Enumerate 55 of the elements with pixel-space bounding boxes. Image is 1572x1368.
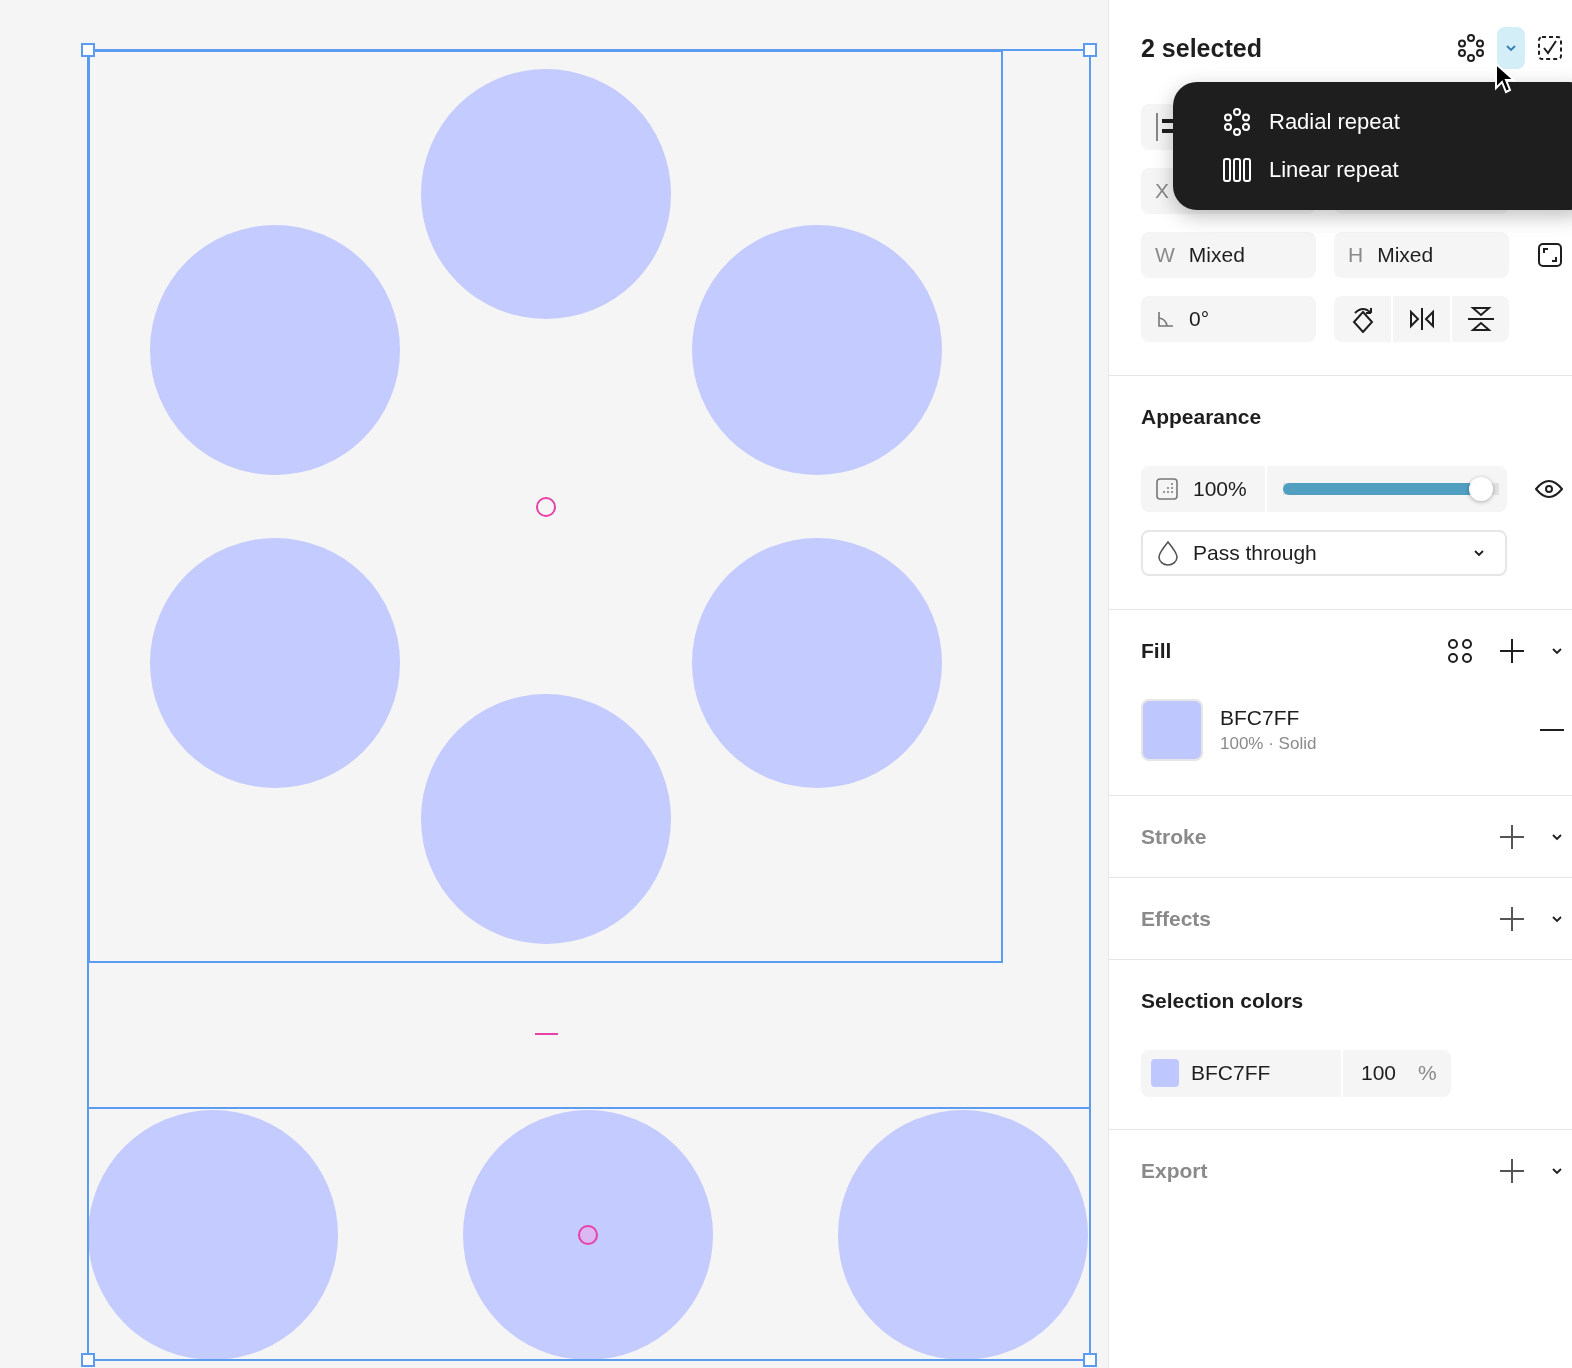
resize-handle[interactable] xyxy=(1083,1353,1097,1367)
chevron-down-icon[interactable] xyxy=(1551,915,1563,923)
add-icon[interactable] xyxy=(1499,1158,1525,1184)
menu-item[interactable]: Radial repeat xyxy=(1223,105,1572,139)
add-icon[interactable] xyxy=(1499,906,1525,932)
selection-color-field[interactable]: BFC7FF 100 % xyxy=(1141,1049,1451,1097)
drop-icon xyxy=(1157,540,1179,566)
flip-vertical-icon xyxy=(1467,306,1494,332)
angle-icon xyxy=(1155,309,1175,329)
height-field[interactable]: H Mixed xyxy=(1334,232,1509,278)
width-field[interactable]: W Mixed xyxy=(1141,232,1316,278)
section-title: Appearance xyxy=(1141,405,1262,429)
four-dots-icon[interactable] xyxy=(1447,638,1473,664)
chevron-down-icon[interactable] xyxy=(1551,833,1563,841)
remove-icon[interactable] xyxy=(1540,728,1564,732)
spacing-marker xyxy=(534,1033,559,1035)
section-title: Fill xyxy=(1141,639,1172,663)
radial-dots-icon[interactable] xyxy=(1457,34,1485,62)
chevron-down-icon xyxy=(1473,549,1485,557)
chevron-down-icon xyxy=(1505,44,1517,52)
section-title: Stroke xyxy=(1141,825,1207,849)
flip-horizontal-button[interactable] xyxy=(1393,296,1450,342)
rotate-button[interactable] xyxy=(1334,296,1391,342)
resize-handle[interactable] xyxy=(81,1353,95,1367)
section-title: Selection colors xyxy=(1141,989,1304,1013)
section-title: Effects xyxy=(1141,907,1212,931)
fill-detail: 100% · Solid xyxy=(1220,734,1318,754)
chevron-down-icon[interactable] xyxy=(1551,647,1563,655)
eye-icon[interactable] xyxy=(1535,479,1563,499)
section-title: Export xyxy=(1141,1159,1208,1183)
selection-count: 2 selected xyxy=(1141,33,1262,63)
three-bars-icon xyxy=(1223,158,1251,182)
resize-handle[interactable] xyxy=(1083,43,1097,57)
chevron-down-icon[interactable] xyxy=(1551,1167,1563,1175)
dashed-checkbox-icon[interactable] xyxy=(1537,35,1563,61)
resize-to-fit-icon[interactable] xyxy=(1537,242,1563,268)
repeat-dropdown-button[interactable] xyxy=(1497,27,1525,69)
opacity-field[interactable]: 100% xyxy=(1141,466,1507,512)
fill-swatch[interactable] xyxy=(1141,699,1203,761)
add-icon[interactable] xyxy=(1499,824,1525,850)
center-marker xyxy=(536,497,556,517)
percent-unit: % xyxy=(1418,1061,1437,1085)
add-icon[interactable] xyxy=(1499,638,1525,664)
opacity-icon xyxy=(1155,477,1179,501)
resize-handle[interactable] xyxy=(81,43,95,57)
blend-mode-dropdown[interactable]: Pass through xyxy=(1141,530,1507,576)
rotate-icon xyxy=(1350,305,1375,333)
flip-vertical-button[interactable] xyxy=(1452,296,1509,342)
radial-dots-icon xyxy=(1223,108,1251,136)
flip-horizontal-icon xyxy=(1407,308,1436,330)
rotation-field[interactable]: 0° xyxy=(1141,296,1316,342)
color-swatch[interactable] xyxy=(1151,1059,1179,1087)
opacity-value: 100 xyxy=(1361,1061,1397,1085)
fill-hex: BFC7FF xyxy=(1220,706,1301,730)
menu-item[interactable]: Linear repeat xyxy=(1223,153,1572,187)
